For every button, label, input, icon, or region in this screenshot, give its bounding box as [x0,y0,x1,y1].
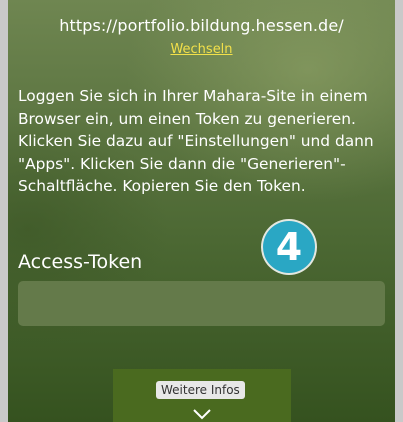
chevron-down-icon [193,409,211,420]
login-screen: https://portfolio.bildung.hessen.de/ Wec… [8,0,395,422]
access-token-label: Access-Token [18,251,143,273]
instructions-text: Loggen Sie sich in Ihrer Mahara-Site in … [18,87,374,196]
more-info-button[interactable]: Weitere Infos [113,369,291,422]
site-url: https://portfolio.bildung.hessen.de/ [59,16,344,35]
step-number-badge: 4 [263,221,315,273]
more-info-label: Weitere Infos [156,381,245,399]
access-token-input[interactable] [18,281,385,326]
switch-site-link[interactable]: Wechseln [8,42,395,57]
